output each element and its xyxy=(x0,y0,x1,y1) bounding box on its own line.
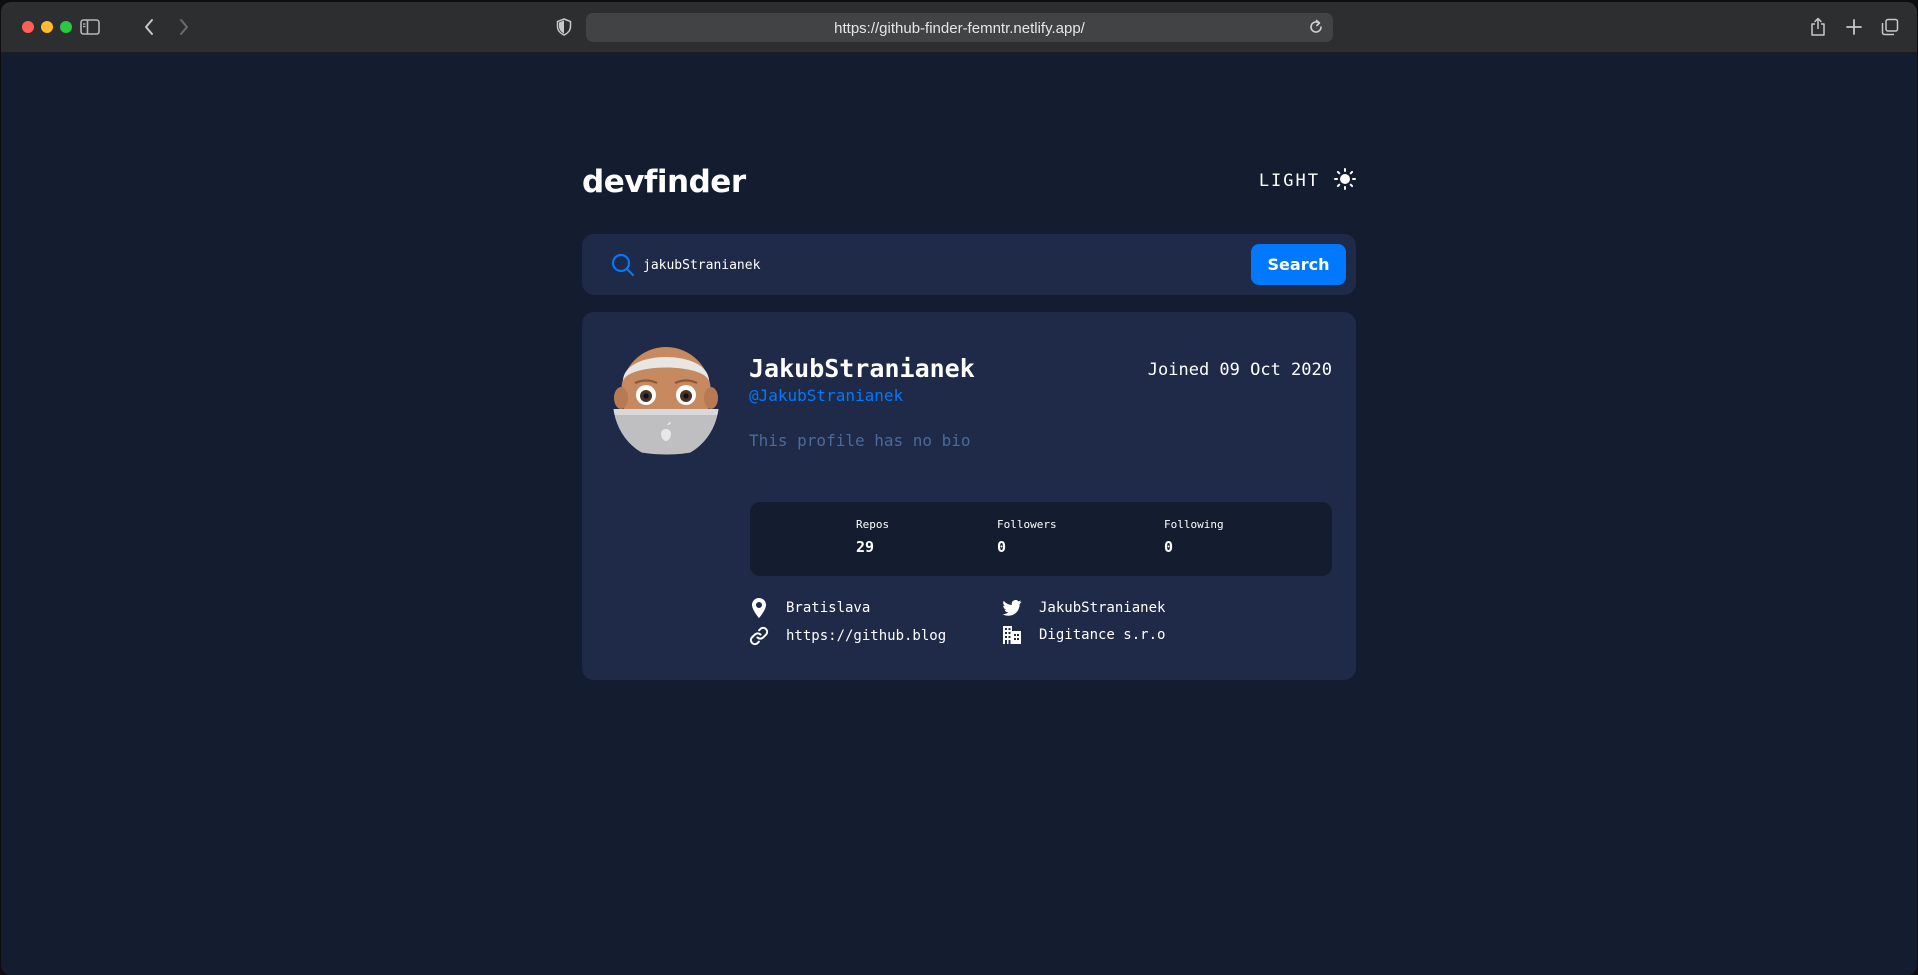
twitter-item[interactable]: JakubStranianek xyxy=(1001,597,1165,619)
search-input[interactable] xyxy=(643,250,1223,280)
location-item: Bratislava xyxy=(748,597,870,619)
privacy-shield-icon[interactable] xyxy=(553,16,575,38)
close-window-button[interactable] xyxy=(22,21,34,33)
twitter-bird-icon xyxy=(1001,597,1023,619)
company-item: Digitance s.r.o xyxy=(1001,624,1165,646)
stat-value: 0 xyxy=(997,538,1007,556)
reload-icon[interactable] xyxy=(1307,18,1325,36)
joined-date: Joined 09 Oct 2020 xyxy=(1147,360,1332,380)
company-text: Digitance s.r.o xyxy=(1039,627,1166,643)
tab-overview-icon[interactable] xyxy=(1879,16,1901,38)
location-text: Bratislava xyxy=(786,600,871,616)
profile-bio: This profile has no bio xyxy=(749,431,971,450)
search-icon xyxy=(611,253,635,277)
stat-label: Repos xyxy=(856,518,890,531)
maximize-window-button[interactable] xyxy=(60,21,72,33)
forward-chevron-icon[interactable] xyxy=(173,16,195,38)
avatar xyxy=(613,343,719,459)
minimize-window-button[interactable] xyxy=(41,21,53,33)
building-icon xyxy=(1001,624,1023,646)
address-bar[interactable]: https://github-finder-femntr.netlify.app… xyxy=(586,13,1333,42)
twitter-handle[interactable]: JakubStranianek xyxy=(1039,600,1165,616)
stat-label: Followers xyxy=(997,518,1057,531)
link-icon xyxy=(748,625,770,647)
new-tab-icon[interactable] xyxy=(1843,16,1865,38)
stat-value: 0 xyxy=(1164,538,1174,556)
share-icon[interactable] xyxy=(1807,16,1829,38)
search-bar: Search xyxy=(582,234,1356,295)
search-button[interactable]: Search xyxy=(1251,244,1346,285)
stat-followers: Followers 0 xyxy=(997,518,1057,556)
website-item[interactable]: https://github.blog xyxy=(748,625,946,647)
stat-repos: Repos 29 xyxy=(856,518,889,556)
stat-following: Following 0 xyxy=(1164,518,1224,556)
address-url: https://github-finder-femntr.netlify.app… xyxy=(834,20,1085,37)
profile-name: JakubStranianek xyxy=(749,354,975,383)
website-link[interactable]: https://github.blog xyxy=(786,628,946,644)
theme-toggle-label: LIGHT xyxy=(1258,171,1320,191)
theme-toggle-button[interactable]: LIGHT xyxy=(1259,168,1356,194)
app-logo: devfinder xyxy=(582,164,746,200)
sidebar-toggle-icon[interactable] xyxy=(79,16,101,38)
location-pin-icon xyxy=(748,597,770,619)
stats-panel: Repos 29 Followers 0 Following 0 xyxy=(750,502,1332,576)
browser-toolbar: https://github-finder-femntr.netlify.app… xyxy=(1,2,1917,53)
sun-icon xyxy=(1334,168,1356,194)
profile-card: JakubStranianek @JakubStranianek Joined … xyxy=(582,312,1356,680)
stat-value: 29 xyxy=(856,538,875,556)
profile-handle-link[interactable]: @JakubStranianek xyxy=(749,386,903,405)
stat-label: Following xyxy=(1164,518,1224,531)
browser-window: https://github-finder-femntr.netlify.app… xyxy=(1,2,1917,975)
back-chevron-icon[interactable] xyxy=(138,16,160,38)
